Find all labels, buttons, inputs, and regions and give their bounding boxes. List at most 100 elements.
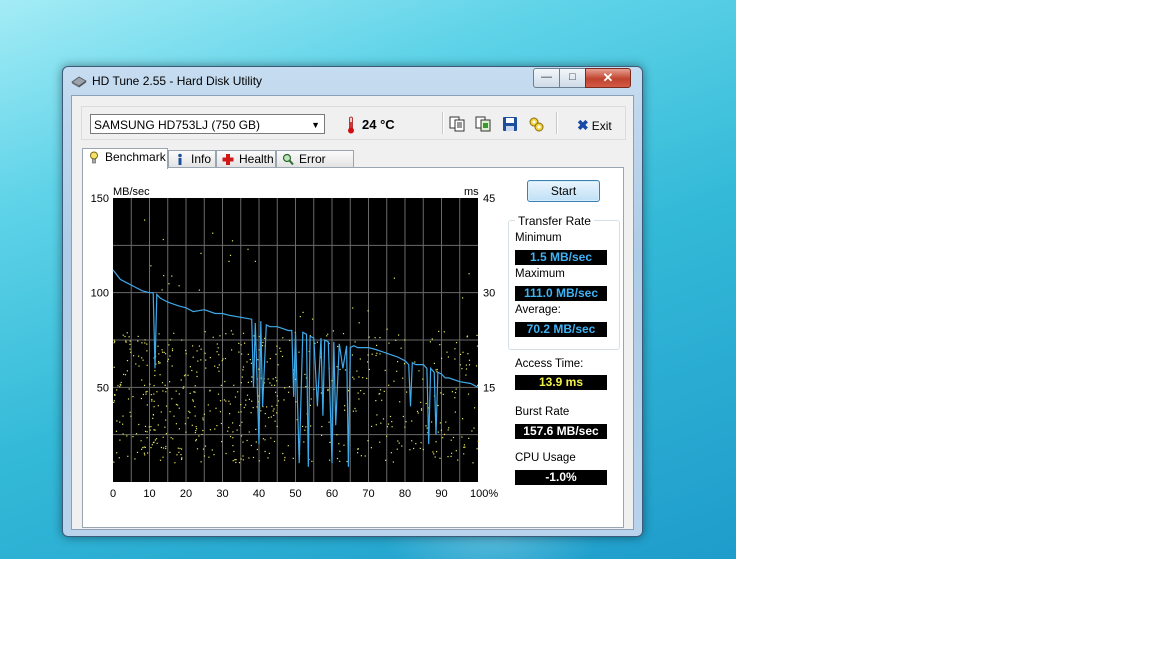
access-time-point [288,386,291,388]
access-time-point [158,353,160,355]
access-time-point [422,448,424,451]
access-time-point [356,370,358,372]
access-time-point [242,459,244,461]
access-time-point [205,367,207,369]
tab-info[interactable]: Info [168,150,216,167]
access-time-point [459,353,462,355]
access-time-point [262,438,264,440]
access-time-point [336,366,338,368]
access-time-point [149,429,151,431]
access-time-point [242,366,245,368]
tab-health[interactable]: Health [216,150,276,167]
access-time-point [386,435,388,437]
access-time-point [145,393,147,395]
access-time-point [396,448,398,450]
copy-image-icon[interactable] [475,116,491,132]
access-time-point [193,391,195,393]
access-time-point [200,461,202,463]
access-time-point [273,414,275,416]
access-time-point [160,446,162,449]
access-time-point [183,386,185,388]
access-time-point [234,396,237,398]
access-time-point [228,426,230,429]
access-time-point [198,289,200,291]
drive-select[interactable]: SAMSUNG HD753LJ (750 GB) ▼ [90,114,325,134]
access-time-point [247,248,249,250]
access-time-point [358,322,360,324]
access-time-point [177,447,179,449]
access-time-point [329,459,331,461]
access-time-point [409,449,411,451]
access-time-point [162,447,165,449]
access-time-point [462,418,464,420]
access-time-point [209,357,211,359]
access-time-point [171,398,173,400]
access-time-point [192,356,194,358]
access-time-point [141,448,143,450]
access-time-point [183,375,186,377]
access-time-point [181,339,183,341]
access-time-point [135,433,138,435]
maximize-icon: □ [569,71,576,83]
access-time-point [181,448,183,450]
access-time-point [229,403,231,405]
access-time-point [216,343,218,345]
access-time-point [304,373,306,375]
access-time-point [413,447,415,450]
access-time-point [316,341,318,343]
access-time-point [471,430,473,432]
exit-button[interactable]: ✖ Exit [577,117,612,134]
access-time-point [144,454,146,456]
access-time-point [165,391,167,393]
access-time-point [242,332,245,334]
copy-text-icon[interactable] [449,116,465,132]
x-tick-label: 80 [399,488,411,500]
close-button[interactable]: ✕ [585,68,631,88]
access-time-point [219,400,222,402]
save-icon[interactable] [502,116,518,132]
access-time-point [336,434,338,436]
maximize-button[interactable]: □ [559,68,586,88]
access-time-point [477,440,479,442]
access-time-point [214,428,216,430]
burst-rate-label: Burst Rate [515,406,570,418]
access-time-point [420,409,423,411]
access-time-point [477,384,479,386]
access-time-point [273,408,275,410]
access-time-point [189,366,191,368]
access-time-point [146,390,148,393]
access-time-point [221,360,223,362]
access-time-point [425,402,427,405]
access-time-point [451,452,453,454]
access-time-point [465,368,468,370]
close-icon: ✕ [602,70,614,85]
access-time-point [405,421,407,423]
access-time-point [180,379,182,381]
access-time-point [157,424,159,426]
access-time-point [122,415,124,417]
access-time-point [244,342,246,344]
access-time-point [165,445,167,448]
access-time-point [440,429,442,431]
options-icon[interactable] [528,116,544,132]
access-time-point [196,448,199,450]
access-time-point [344,409,346,411]
toolbar-separator [442,112,444,134]
info-icon [178,153,182,165]
access-time-point [209,429,211,431]
access-time-point [384,369,386,371]
minimize-button[interactable]: — [533,68,560,88]
title-bar[interactable]: HD Tune 2.55 - Hard Disk Utility — □ ✕ [63,67,642,95]
access-time-point [442,393,444,395]
start-button[interactable]: Start [527,180,600,202]
access-time-point [159,374,161,376]
access-time-point [397,440,399,442]
access-time-point [370,447,372,449]
tab-benchmark[interactable]: Benchmark [82,148,168,169]
access-time-point [288,391,290,393]
access-time-point [376,352,378,354]
access-time-point [268,417,270,419]
access-time-point [257,359,259,361]
tab-error-scan[interactable]: Error Scan [276,150,354,183]
access-time-point [242,455,244,457]
